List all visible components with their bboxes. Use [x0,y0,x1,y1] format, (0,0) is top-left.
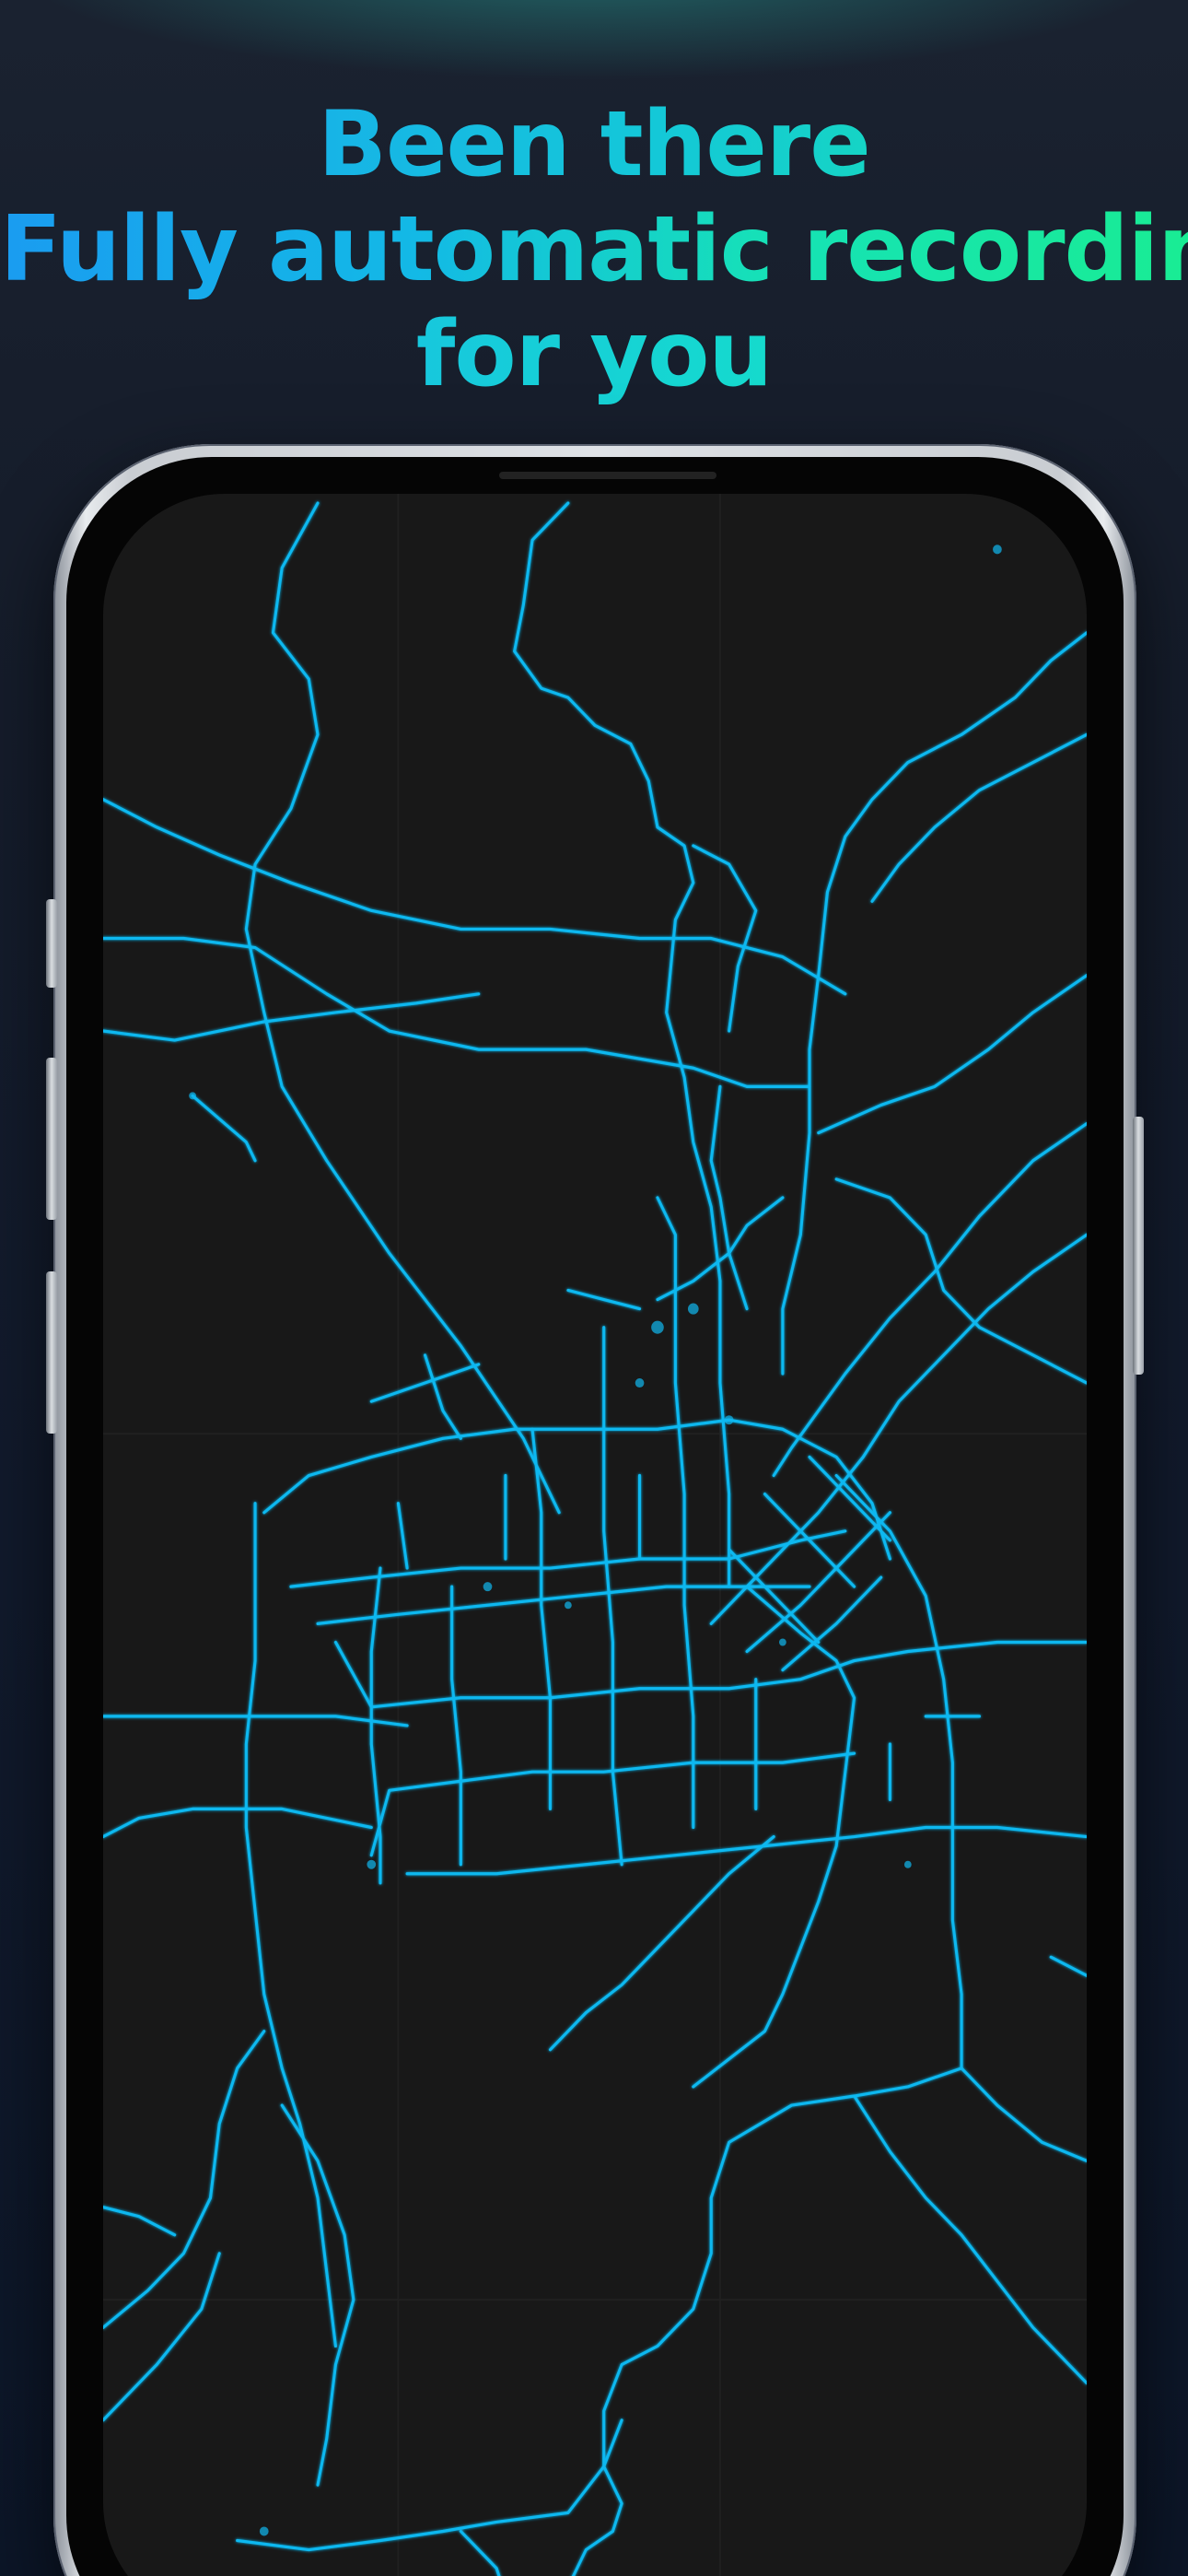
phone-mockup [46,444,1144,2576]
headline-line-3: for you [0,302,1188,407]
phone-power-button [1133,1117,1144,1375]
headline-line-2: Fully automatic recording [0,197,1188,302]
track-routes [103,501,1087,2576]
headline-line-1: Been there [0,92,1188,197]
footprint-map[interactable] [103,494,1087,2576]
map-grid-lines [103,494,1087,2576]
phone-speaker [499,472,716,479]
phone-bezel [66,457,1124,2576]
headline: Been there Fully automatic recording for… [0,92,1188,407]
phone-volume-down-button [46,1271,57,1434]
phone-action-button [46,899,57,988]
promo-screen: Been there Fully automatic recording for… [0,0,1188,2576]
track-map-svg [103,494,1087,2576]
phone-volume-up-button [46,1058,57,1220]
track-dots [189,544,1002,2536]
